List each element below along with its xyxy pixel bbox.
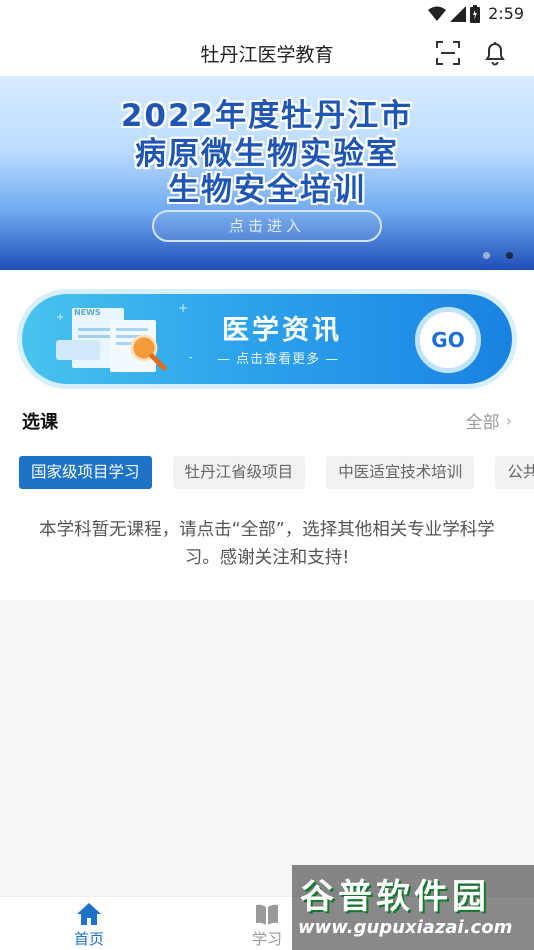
tab-tcm-technique[interactable]: 中医适宜技术培训: [326, 456, 475, 489]
medical-news-card[interactable]: + + + NEWS 医学资讯 — 点击查看更多 — GO: [22, 294, 512, 384]
news-card-title: 医学资讯: [222, 315, 342, 346]
signal-icon: [450, 5, 467, 22]
watermark-name: 谷普软件园: [300, 877, 490, 917]
nav-home[interactable]: 首页: [49, 897, 129, 950]
tab-national-project[interactable]: 国家级项目学习: [19, 456, 152, 489]
nav-home-label: 首页: [73, 930, 104, 948]
carousel-dot-active[interactable]: [506, 252, 513, 259]
notification-button[interactable]: [480, 37, 510, 67]
news-illustration-icon: + + +: [56, 304, 192, 372]
battery-icon: [470, 4, 481, 23]
app-bar: 牡丹江医学教育: [0, 28, 534, 76]
main-content: + + + NEWS 医学资讯 — 点击查看更多 — GO 选课 全部 › 国家…: [0, 270, 534, 600]
watermark-url: www.gupuxiazai.com: [298, 917, 513, 938]
home-icon: [77, 903, 101, 925]
chevron-right-icon: ›: [505, 411, 512, 430]
carousel-dot[interactable]: [483, 252, 490, 259]
course-section-header: 选课 全部 ›: [22, 408, 512, 434]
section-title: 选课: [22, 412, 58, 433]
scan-icon: [436, 41, 460, 65]
book-icon: [256, 904, 278, 925]
banner-line-3: 生物安全培训: [168, 172, 366, 208]
watermark-logo: 谷普软件园 www.gupuxiazai.com: [292, 865, 534, 950]
go-button[interactable]: GO: [415, 307, 481, 373]
tab-mudanjiang-provincial[interactable]: 牡丹江省级项目: [172, 456, 306, 489]
scan-button[interactable]: [433, 38, 463, 68]
category-tabs: 国家级项目学习 牡丹江省级项目 中医适宜技术培训 公共: [19, 456, 534, 490]
empty-course-message: 本学科暂无课程，请点击“全部”，选择其他相关专业学科学习。感谢关注和支持!: [39, 520, 495, 568]
svg-text:+: +: [188, 350, 192, 366]
news-card-subtitle: — 点击查看更多 —: [217, 352, 340, 367]
view-all-label: 全部: [465, 413, 500, 433]
svg-text:+: +: [178, 304, 188, 315]
tab-public[interactable]: 公共: [495, 456, 534, 489]
banner-carousel[interactable]: 2022年度牡丹江市 病原微生物实验室 生物安全培训 点击进入: [0, 76, 534, 270]
bell-icon: [485, 42, 505, 66]
banner-enter-button[interactable]: 点击进入: [152, 210, 382, 242]
go-button-label: GO: [431, 328, 465, 352]
status-icons: 2:59: [428, 4, 524, 23]
status-bar: 2:59: [0, 0, 534, 28]
wifi-icon: [428, 6, 447, 21]
svg-text:+: +: [56, 312, 64, 323]
status-time: 2:59: [488, 4, 524, 23]
view-all-link[interactable]: 全部 ›: [466, 408, 512, 433]
news-tag: NEWS: [74, 308, 101, 317]
